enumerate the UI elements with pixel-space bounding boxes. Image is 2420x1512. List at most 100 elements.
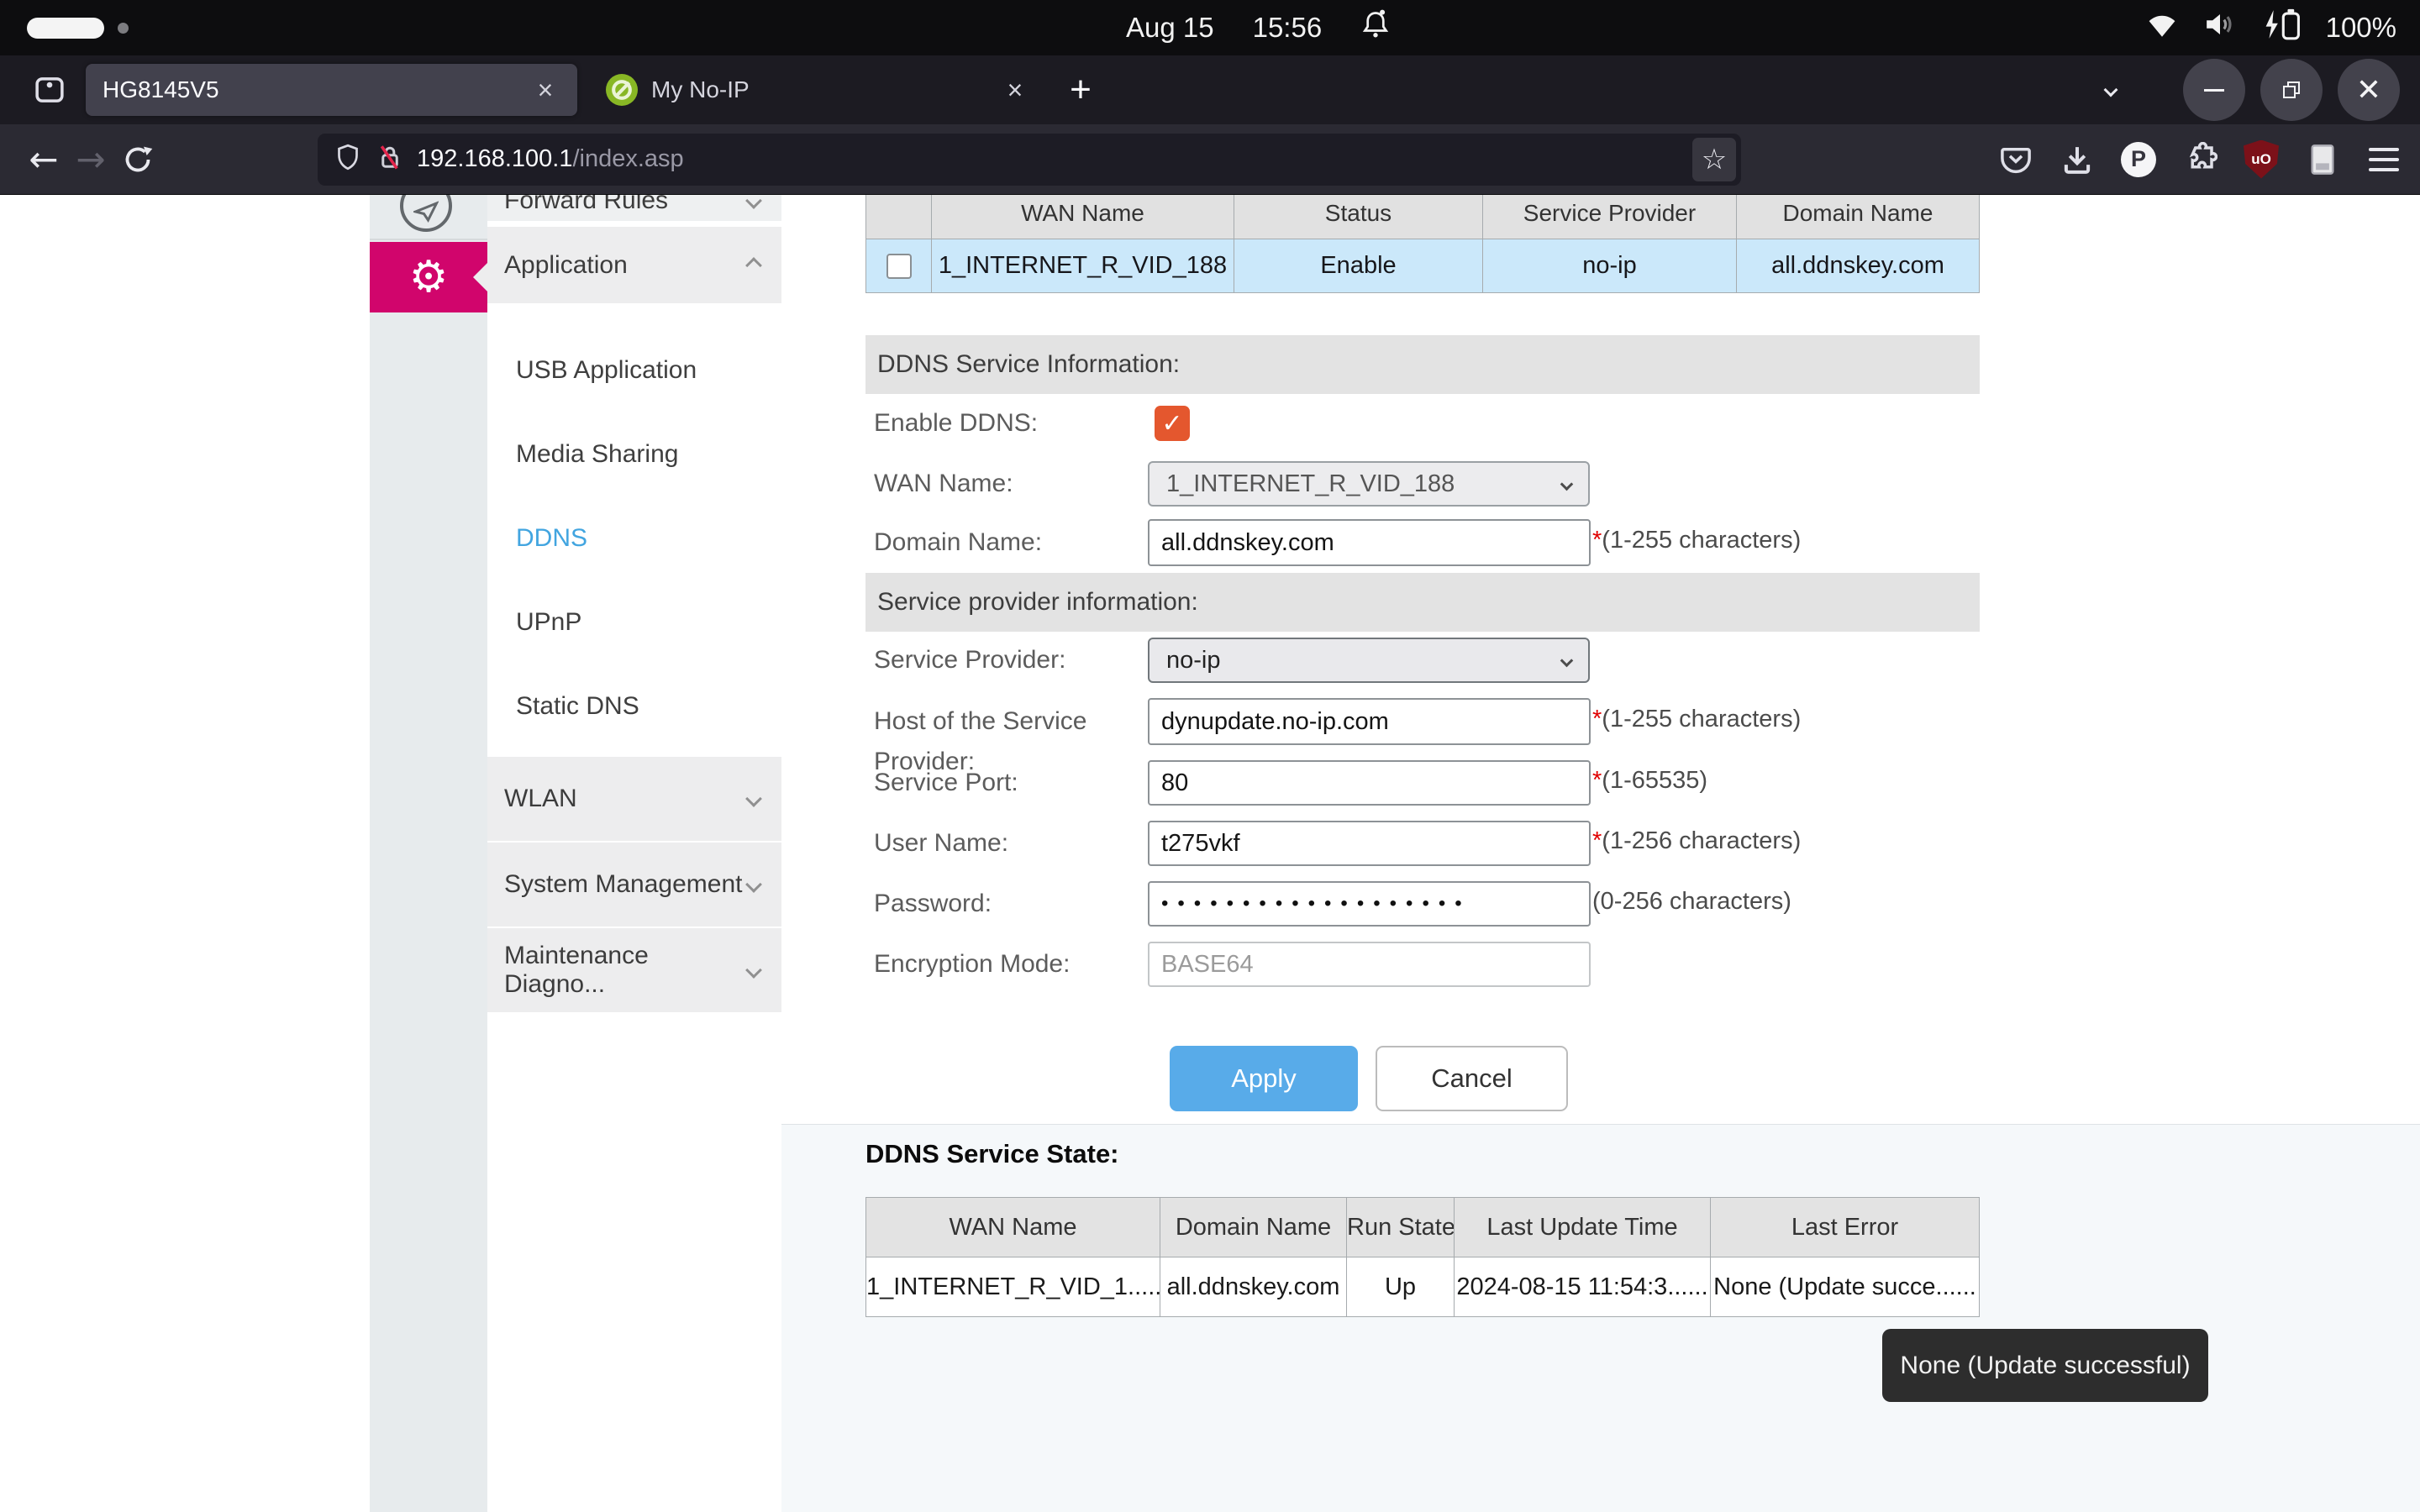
- service-provider-label: Service Provider:: [874, 646, 1066, 674]
- downloads-icon[interactable]: [2054, 137, 2100, 182]
- sidebar-item-static-dns[interactable]: Static DNS: [487, 664, 781, 748]
- back-button[interactable]: ←: [20, 136, 67, 183]
- user-hint: (1-256 characters): [1602, 827, 1802, 854]
- required-asterisk: *: [1592, 706, 1602, 732]
- host-hint: (1-255 characters): [1602, 706, 1802, 732]
- tab-close-icon[interactable]: ×: [529, 73, 562, 107]
- cell-wan-name: 1_INTERNET_R_VID_1......: [865, 1257, 1160, 1317]
- new-tab-button[interactable]: +: [1055, 65, 1106, 115]
- sidebar-item-upnp[interactable]: UPnP: [487, 580, 781, 664]
- enable-ddns-checkbox[interactable]: ✓: [1155, 406, 1190, 441]
- bookmark-star-icon[interactable]: ☆: [1692, 137, 1736, 181]
- url-host: 192.168.100.1: [417, 145, 573, 172]
- user-name-input[interactable]: [1148, 821, 1591, 866]
- list-all-tabs-icon[interactable]: [2087, 66, 2134, 113]
- sidebar-item-maintenance-diagnose[interactable]: Maintenance Diagno...: [487, 928, 781, 1012]
- tab-my-no-ip[interactable]: My No-IP ×: [589, 64, 1047, 116]
- cell-domain-name: all.ddnskey.com: [1160, 1257, 1347, 1317]
- application-section-tab[interactable]: ⚙: [370, 242, 487, 312]
- cell-last-update-time: 2024-08-15 11:54:3......: [1454, 1257, 1711, 1317]
- cell-last-error: None (Update succe......: [1710, 1257, 1980, 1317]
- system-tray[interactable]: 100%: [2144, 0, 2396, 55]
- page-left-margin: [0, 195, 370, 1512]
- header-checkbox: [865, 195, 932, 239]
- reload-button[interactable]: [114, 136, 161, 183]
- wan-name-select[interactable]: 1_INTERNET_R_VID_188: [1148, 461, 1590, 507]
- privacy-badger-icon[interactable]: P: [2116, 137, 2161, 182]
- window-restore-button[interactable]: [2260, 59, 2323, 121]
- header-service-provider: Service Provider: [1482, 195, 1737, 239]
- chevron-down-icon: [745, 876, 762, 893]
- sidebar-item-ddns[interactable]: DDNS: [487, 496, 781, 580]
- chevron-down-icon: [745, 790, 762, 807]
- service-port-input[interactable]: [1148, 760, 1591, 806]
- chevron-down-icon: [745, 962, 762, 979]
- header-run-state: Run State: [1346, 1197, 1455, 1257]
- ddns-service-state-table: WAN Name Domain Name Run State Last Upda…: [865, 1197, 1980, 1317]
- workspace-pill[interactable]: [27, 18, 104, 39]
- header-last-error: Last Error: [1710, 1197, 1980, 1257]
- cell-run-state: Up: [1346, 1257, 1455, 1317]
- password-hint: (0-256 characters): [1592, 888, 1791, 915]
- password-input[interactable]: [1148, 881, 1591, 927]
- sidebar-item-usb-application[interactable]: USB Application: [487, 328, 781, 412]
- sidebar-item-system-management[interactable]: System Management: [487, 843, 781, 927]
- chevron-down-icon: [745, 195, 762, 209]
- system-date: Aug 15: [1126, 12, 1214, 43]
- system-bar: Aug 15 15:56 100%: [0, 0, 2420, 55]
- chevron-down-icon: [1560, 654, 1574, 667]
- shield-icon[interactable]: [333, 142, 363, 176]
- header-wan-name: WAN Name: [865, 1197, 1160, 1257]
- workspace-dot[interactable]: [118, 23, 129, 34]
- window-close-button[interactable]: ✕: [2338, 59, 2400, 121]
- encryption-mode-label: Encryption Mode:: [874, 950, 1071, 978]
- ublock-origin-icon[interactable]: uO: [2238, 137, 2284, 182]
- domain-name-input[interactable]: [1148, 519, 1591, 566]
- url-bar[interactable]: 192.168.100.1/index.asp ☆: [318, 133, 1741, 186]
- battery-charging-icon: [2260, 6, 2304, 50]
- window-minimize-button[interactable]: [2183, 59, 2245, 121]
- service-port-label: Service Port:: [874, 769, 1018, 796]
- tab-hg8145v5[interactable]: HG8145V5 ×: [86, 64, 577, 116]
- sidebar-item-wlan[interactable]: WLAN: [487, 757, 781, 841]
- user-name-label: User Name:: [874, 829, 1009, 857]
- menu-hamburger-icon[interactable]: [2361, 137, 2407, 182]
- port-hint: (1-65535): [1602, 767, 1708, 794]
- forward-button[interactable]: →: [67, 136, 114, 183]
- tab-bar: HG8145V5 × My No-IP × + ✕: [0, 55, 2420, 124]
- header-last-update-time: Last Update Time: [1454, 1197, 1711, 1257]
- required-asterisk: *: [1592, 527, 1602, 554]
- sidebar-item-application[interactable]: Application: [487, 227, 781, 303]
- password-label: Password:: [874, 890, 992, 917]
- active-section-notch: [473, 263, 487, 291]
- required-asterisk: *: [1592, 827, 1602, 854]
- tab-title: HG8145V5: [103, 76, 219, 102]
- internet-section-icon[interactable]: [400, 195, 452, 232]
- system-time: 15:56: [1252, 12, 1323, 43]
- cancel-button[interactable]: Cancel: [1376, 1046, 1568, 1111]
- insecure-lock-icon[interactable]: [375, 142, 405, 176]
- extensions-puzzle-icon[interactable]: [2177, 137, 2223, 182]
- row-checkbox[interactable]: [886, 254, 912, 280]
- service-provider-select[interactable]: no-ip: [1148, 638, 1590, 683]
- apply-button[interactable]: Apply: [1170, 1046, 1358, 1111]
- domain-name-label: Domain Name:: [874, 528, 1043, 556]
- chevron-down-icon: [1560, 477, 1574, 491]
- ddns-service-state-title: DDNS Service State:: [865, 1139, 1119, 1168]
- browser-toolbar: ← → 192.168.100.1/index.asp ☆ P uO: [0, 124, 2420, 195]
- header-wan-name: WAN Name: [931, 195, 1234, 239]
- tab-close-icon[interactable]: ×: [998, 73, 1032, 107]
- sidebar-item-forward-rules[interactable]: Forward Rules: [487, 195, 781, 221]
- pocket-icon[interactable]: [1993, 137, 2039, 182]
- page-document-icon[interactable]: [2300, 137, 2345, 182]
- system-clock[interactable]: Aug 15 15:56: [1126, 0, 1391, 55]
- bell-icon: [1360, 8, 1391, 48]
- sidebar-item-media-sharing[interactable]: Media Sharing: [487, 412, 781, 496]
- firefox-view-icon[interactable]: [25, 66, 74, 114]
- encryption-mode-input[interactable]: [1148, 942, 1591, 987]
- domain-hint: (1-255 characters): [1602, 527, 1802, 554]
- cell-wan-name: 1_INTERNET_R_VID_188: [931, 239, 1234, 293]
- url-path: /index.asp: [572, 145, 684, 172]
- host-input[interactable]: [1148, 698, 1591, 745]
- ddns-config-table: WAN Name Status Service Provider Domain …: [865, 195, 1980, 293]
